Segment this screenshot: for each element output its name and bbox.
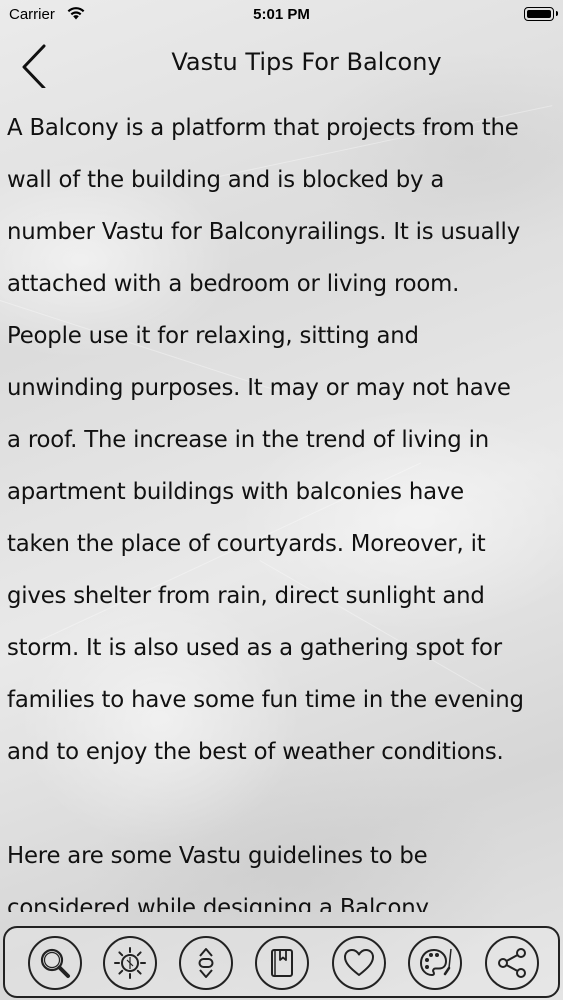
chevron-left-icon	[22, 44, 46, 90]
page-title: Vastu Tips For Balcony	[171, 48, 442, 76]
heart-icon	[344, 949, 374, 976]
article-body: A Balcony is a platform that projects fr…	[7, 102, 561, 912]
brightness-button[interactable]	[103, 936, 157, 990]
search-icon	[40, 948, 70, 978]
share-icon	[498, 948, 526, 978]
article-paragraph: Here are some Vastu guidelines to be con…	[7, 843, 429, 912]
font-size-icon	[198, 948, 214, 978]
bottom-toolbar	[3, 926, 560, 998]
font-size-button[interactable]	[179, 936, 233, 990]
back-button[interactable]	[14, 40, 58, 90]
battery-icon	[524, 7, 558, 21]
status-bar: Carrier 5:01 PM	[0, 0, 563, 30]
status-time: 5:01 PM	[253, 6, 310, 23]
theme-button[interactable]	[408, 936, 462, 990]
brightness-icon	[114, 947, 146, 979]
search-button[interactable]	[28, 936, 82, 990]
favorite-button[interactable]	[332, 936, 386, 990]
bookmark-button[interactable]	[255, 936, 309, 990]
share-button[interactable]	[485, 936, 539, 990]
navigation-bar: Vastu Tips For Balcony	[0, 36, 563, 92]
article-paragraph: A Balcony is a platform that projects fr…	[7, 115, 524, 765]
bookmark-book-icon	[271, 949, 293, 977]
palette-icon	[419, 948, 452, 977]
